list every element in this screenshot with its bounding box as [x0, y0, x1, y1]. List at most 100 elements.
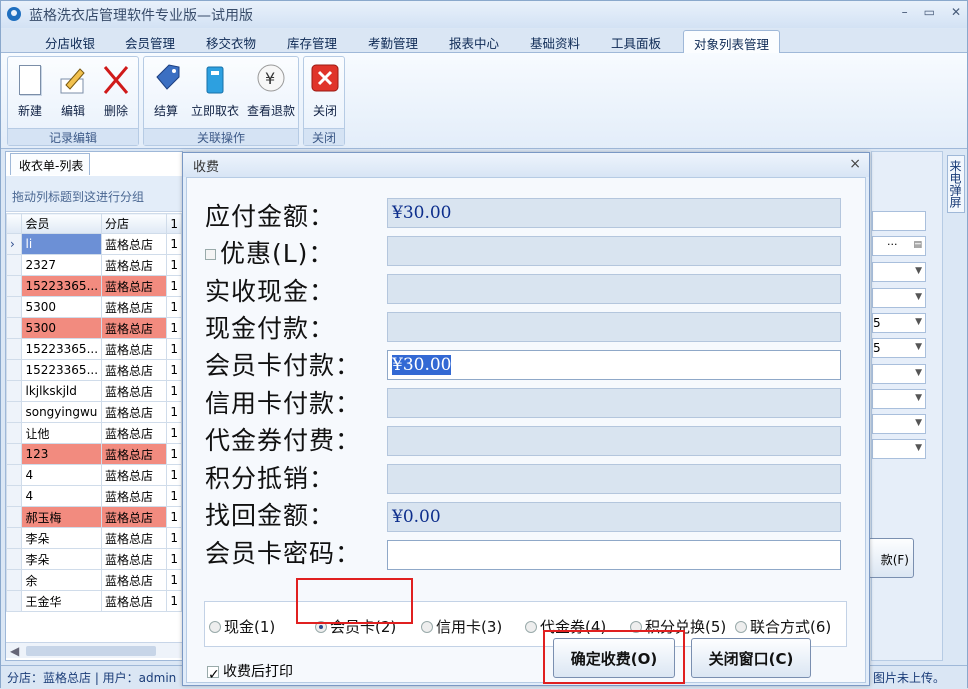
row-indicator[interactable]: › — [5, 233, 23, 255]
cell-col3[interactable]: 1 — [166, 401, 182, 423]
print-after-payment-checkbox[interactable]: ✓ 收费后打印 — [207, 661, 293, 683]
row-indicator[interactable] — [5, 443, 23, 465]
cell-member[interactable]: 王金华 — [21, 590, 103, 612]
cell-store[interactable]: 蓝格总店 — [101, 422, 168, 444]
discount-field[interactable] — [387, 236, 841, 266]
cell-store[interactable]: 蓝格总店 — [101, 590, 168, 612]
row-indicator[interactable] — [5, 569, 23, 591]
close-window-button[interactable]: 关闭窗口(C) — [691, 638, 811, 678]
dialog-close-icon[interactable]: × — [849, 156, 861, 172]
table-row[interactable]: 让他 蓝格总店 1 — [5, 422, 182, 444]
tab-reports[interactable]: 报表中心 — [449, 33, 499, 52]
cell-col3[interactable]: 1 — [166, 443, 182, 465]
table-row[interactable]: 2327 蓝格总店 1 — [5, 254, 182, 276]
cell-col3[interactable]: 1 — [166, 464, 182, 486]
cell-store[interactable]: 蓝格总店 — [101, 296, 168, 318]
cell-store[interactable]: 蓝格总店 — [101, 485, 168, 507]
cell-member[interactable]: lkjlkskjld — [21, 380, 103, 402]
table-row[interactable]: 余蓝格总店 1 — [5, 569, 182, 591]
cell-store[interactable]: 蓝格总店 — [101, 380, 168, 402]
scroll-thumb[interactable] — [26, 646, 156, 656]
horizontal-scrollbar[interactable]: ◀ — [6, 642, 184, 658]
table-row[interactable]: 4 蓝格总店 1 — [5, 485, 182, 507]
method-credit-card-radio[interactable]: 信用卡(3) — [421, 616, 502, 637]
cell-store[interactable]: 蓝格总店 — [101, 275, 168, 297]
cell-member[interactable]: 李朵 — [21, 527, 103, 549]
group-by-hint[interactable]: 拖动列标题到这进行分组 — [6, 176, 184, 212]
pickup-now-button[interactable]: 立即取衣 — [188, 61, 242, 119]
right-select-8[interactable]: ▼ — [872, 439, 926, 459]
table-row[interactable]: lkjlkskjld 蓝格总店 1 — [5, 380, 182, 402]
tab-transfer[interactable]: 移交衣物 — [206, 33, 256, 52]
cell-col3[interactable]: 1 — [166, 233, 182, 255]
scroll-left-icon[interactable]: ◀ — [10, 644, 19, 658]
tab-inventory[interactable]: 库存管理 — [287, 33, 337, 52]
settle-button[interactable]: 结算 — [144, 61, 188, 119]
cell-member[interactable]: 5300 — [21, 296, 103, 318]
table-row[interactable]: 郝玉梅 蓝格总店 1 — [5, 506, 182, 528]
cell-col3[interactable]: 1 — [166, 380, 182, 402]
row-indicator[interactable] — [5, 275, 23, 297]
row-indicator[interactable] — [5, 380, 23, 402]
cell-store[interactable]: 蓝格总店 — [101, 359, 168, 381]
row-indicator[interactable] — [5, 590, 23, 612]
cell-col3[interactable]: 1 — [166, 506, 182, 528]
row-indicator[interactable] — [5, 296, 23, 318]
cell-col3[interactable]: 1 — [166, 296, 182, 318]
table-row[interactable]: songyingwu 蓝格总店 1 — [5, 401, 182, 423]
method-cash-radio[interactable]: 现金(1) — [209, 616, 275, 637]
table-row[interactable]: 王金华 蓝格总店 1 — [5, 590, 182, 612]
cell-store[interactable]: 蓝格总店 — [101, 254, 168, 276]
cell-store[interactable]: 蓝格总店 — [101, 548, 168, 570]
right-select-7[interactable]: ▼ — [872, 414, 926, 434]
row-indicator[interactable] — [5, 254, 23, 276]
row-indicator[interactable] — [5, 527, 23, 549]
right-action-button[interactable]: 款(F) — [868, 538, 914, 578]
card-password-field[interactable] — [387, 540, 841, 570]
row-indicator[interactable] — [5, 401, 23, 423]
delete-button[interactable]: 删除 — [94, 61, 138, 119]
cell-member[interactable]: 5300 — [21, 317, 103, 339]
table-row[interactable]: 5300 蓝格总店 1 — [5, 296, 182, 318]
row-indicator[interactable] — [5, 485, 23, 507]
column-header-store[interactable]: 分店 — [101, 213, 168, 234]
member-card-payment-field[interactable]: ¥30.00 — [387, 350, 841, 380]
new-button[interactable]: 新建 — [8, 61, 52, 119]
cell-member[interactable]: 让他 — [21, 422, 103, 444]
more-icon[interactable]: ··· — [887, 238, 898, 251]
cell-member[interactable]: li — [21, 233, 103, 255]
row-indicator[interactable] — [5, 338, 23, 360]
maximize-icon[interactable]: ▭ — [924, 5, 935, 19]
cell-col3[interactable]: 1 — [166, 254, 182, 276]
cell-store[interactable]: 蓝格总店 — [101, 401, 168, 423]
row-indicator[interactable] — [5, 506, 23, 528]
cell-col3[interactable]: 1 — [166, 422, 182, 444]
table-row[interactable]: 李朵 蓝格总店 1 — [5, 527, 182, 549]
method-combined-radio[interactable]: 联合方式(6) — [735, 616, 831, 637]
cell-member[interactable]: 15223365... — [21, 359, 103, 381]
cell-col3[interactable]: 1 — [166, 527, 182, 549]
cell-member[interactable]: 余 — [21, 569, 103, 591]
table-row[interactable]: 15223365... 蓝格总店 1 — [5, 359, 182, 381]
cell-member[interactable]: 4 — [21, 485, 103, 507]
table-row[interactable]: 15223365... 蓝格总店 1 — [5, 275, 182, 297]
row-indicator[interactable] — [5, 359, 23, 381]
right-select-3[interactable]: 5 ▼ — [872, 313, 926, 333]
row-indicator[interactable] — [5, 422, 23, 444]
column-header-member[interactable]: 会员 — [21, 213, 103, 234]
cell-col3[interactable]: 1 — [166, 338, 182, 360]
tab-checkout[interactable]: 分店收银 — [45, 33, 95, 52]
cell-store[interactable]: 蓝格总店 — [101, 317, 168, 339]
cell-col3[interactable]: 1 — [166, 548, 182, 570]
close-icon[interactable]: ✕ — [951, 5, 961, 19]
right-select-4[interactable]: 5 ▼ — [872, 338, 926, 358]
cell-col3[interactable]: 1 — [166, 485, 182, 507]
caller-popup-tab[interactable]: 来电弹屏 — [947, 155, 965, 213]
column-header-3[interactable]: 1 — [166, 213, 182, 234]
close-button[interactable]: 关闭 — [303, 61, 347, 119]
cell-store[interactable]: 蓝格总店 — [101, 569, 168, 591]
right-field-1[interactable] — [872, 211, 926, 231]
right-field-2[interactable]: ▤ ··· — [872, 236, 926, 256]
right-select-6[interactable]: ▼ — [872, 389, 926, 409]
minimize-icon[interactable]: – — [902, 5, 908, 19]
